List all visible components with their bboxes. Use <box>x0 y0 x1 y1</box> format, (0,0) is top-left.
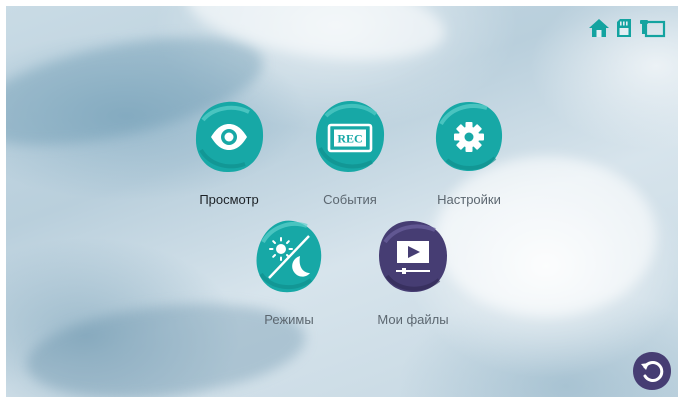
back-arrow-icon <box>633 352 671 390</box>
video-file-icon <box>396 241 430 274</box>
menu-item-modes[interactable]: Режимы <box>229 220 349 327</box>
menu-item-settings[interactable]: Настройки <box>409 100 529 207</box>
rec-icon: REC <box>327 123 373 153</box>
sd-card-icon <box>617 19 631 37</box>
events-label: События <box>323 192 377 207</box>
camera-feed-icon <box>640 20 666 38</box>
view-label: Просмотр <box>199 192 259 207</box>
settings-button[interactable] <box>433 100 505 174</box>
home-icon <box>589 19 609 37</box>
screen: Просмотр REC События Настройки Режимы Мо… <box>6 6 678 397</box>
menu-item-my-files[interactable]: Мои файлы <box>353 220 473 327</box>
rec-badge-text: REC <box>337 132 362 146</box>
day-night-icon <box>268 235 310 279</box>
modes-label: Режимы <box>264 312 314 327</box>
events-button[interactable]: REC <box>314 100 386 174</box>
settings-label: Настройки <box>437 192 501 207</box>
menu-item-view[interactable]: Просмотр <box>169 100 289 207</box>
view-button[interactable] <box>193 100 265 174</box>
eye-icon <box>211 124 247 150</box>
my-files-label: Мои файлы <box>377 312 449 327</box>
modes-button[interactable] <box>253 220 325 294</box>
gear-icon <box>454 122 484 152</box>
back-button[interactable] <box>632 351 672 391</box>
status-bar <box>588 18 666 38</box>
my-files-button[interactable] <box>377 220 449 294</box>
menu-item-events[interactable]: REC События <box>290 100 410 207</box>
